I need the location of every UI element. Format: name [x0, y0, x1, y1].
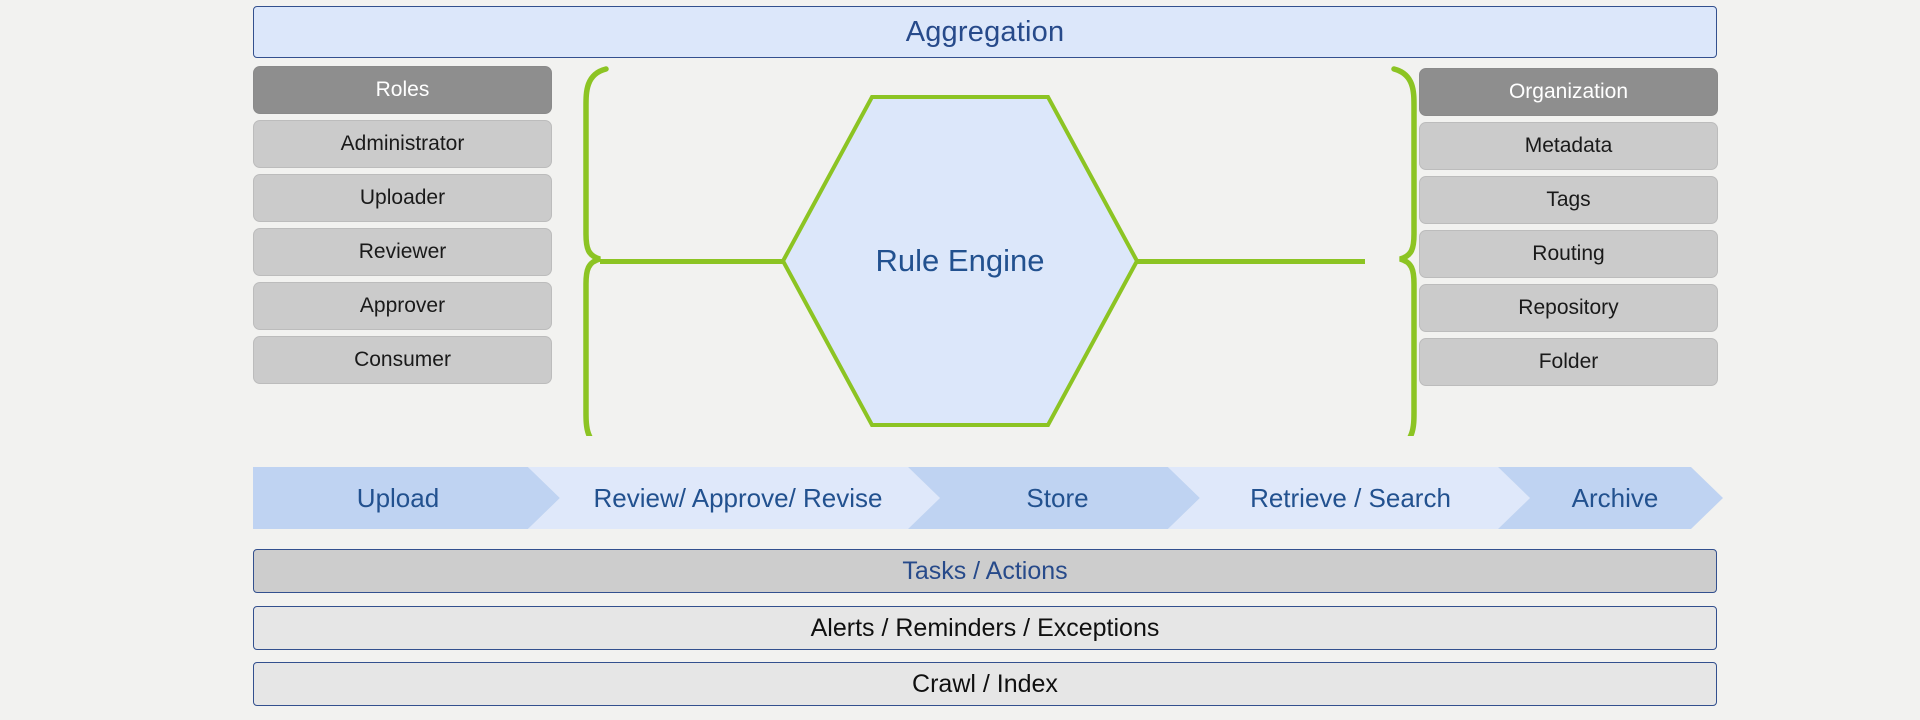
roles-item-label: Consumer [354, 348, 451, 371]
organization-item-folder[interactable]: Folder [1419, 338, 1718, 386]
roles-item-label: Uploader [359, 186, 446, 209]
organization-column-header-label: Organization [1508, 80, 1629, 103]
roles-item-label: Administrator [340, 132, 465, 155]
roles-item-approver[interactable]: Approver [253, 282, 552, 330]
roles-item-label: Reviewer [358, 240, 447, 263]
process-flow-bar: Upload Review/ Approve/ Revise Store Ret… [253, 467, 1723, 529]
alerts-reminders-exceptions-bar[interactable]: Alerts / Reminders / Exceptions [253, 606, 1717, 650]
organization-item-tags[interactable]: Tags [1419, 176, 1718, 224]
flow-chevron-retrieve [1168, 467, 1530, 529]
crawl-index-label: Crawl / Index [912, 669, 1058, 698]
right-brace-icon [1330, 66, 1430, 436]
organization-item-metadata[interactable]: Metadata [1419, 122, 1718, 170]
organization-item-label: Metadata [1524, 134, 1613, 157]
roles-item-label: Approver [359, 294, 446, 317]
organization-item-label: Tags [1546, 188, 1591, 211]
roles-item-administrator[interactable]: Administrator [253, 120, 552, 168]
flow-chevron-store [908, 467, 1200, 529]
alerts-reminders-exceptions-label: Alerts / Reminders / Exceptions [810, 613, 1160, 642]
organization-column-header[interactable]: Organization [1419, 68, 1718, 116]
organization-item-label: Routing [1532, 242, 1605, 265]
left-brace-icon [570, 66, 670, 436]
organization-column: Organization Metadata Tags Routing Repos… [1419, 68, 1718, 386]
organization-item-repository[interactable]: Repository [1419, 284, 1718, 332]
roles-item-reviewer[interactable]: Reviewer [253, 228, 552, 276]
organization-item-label: Repository [1518, 296, 1619, 319]
aggregation-banner-label: Aggregation [905, 15, 1065, 48]
crawl-index-bar[interactable]: Crawl / Index [253, 662, 1717, 706]
flow-chevron-upload [253, 467, 560, 529]
tasks-actions-label: Tasks / Actions [902, 556, 1068, 585]
roles-column: Roles Administrator Uploader Reviewer Ap… [253, 66, 552, 384]
roles-column-header-label: Roles [375, 78, 430, 101]
flow-chevron-review [528, 467, 940, 529]
roles-column-header[interactable]: Roles [253, 66, 552, 114]
roles-item-uploader[interactable]: Uploader [253, 174, 552, 222]
diagram-canvas: Aggregation Roles Administrator Uploader… [0, 0, 1920, 720]
organization-item-routing[interactable]: Routing [1419, 230, 1718, 278]
tasks-actions-bar[interactable]: Tasks / Actions [253, 549, 1717, 593]
left-connector-line [600, 259, 786, 264]
right-connector-line [1135, 259, 1365, 264]
rule-engine-hexagon[interactable]: Rule Engine [780, 94, 1140, 428]
aggregation-banner: Aggregation [253, 6, 1717, 58]
organization-item-label: Folder [1538, 350, 1599, 373]
roles-item-consumer[interactable]: Consumer [253, 336, 552, 384]
flow-chevron-archive [1498, 467, 1723, 529]
